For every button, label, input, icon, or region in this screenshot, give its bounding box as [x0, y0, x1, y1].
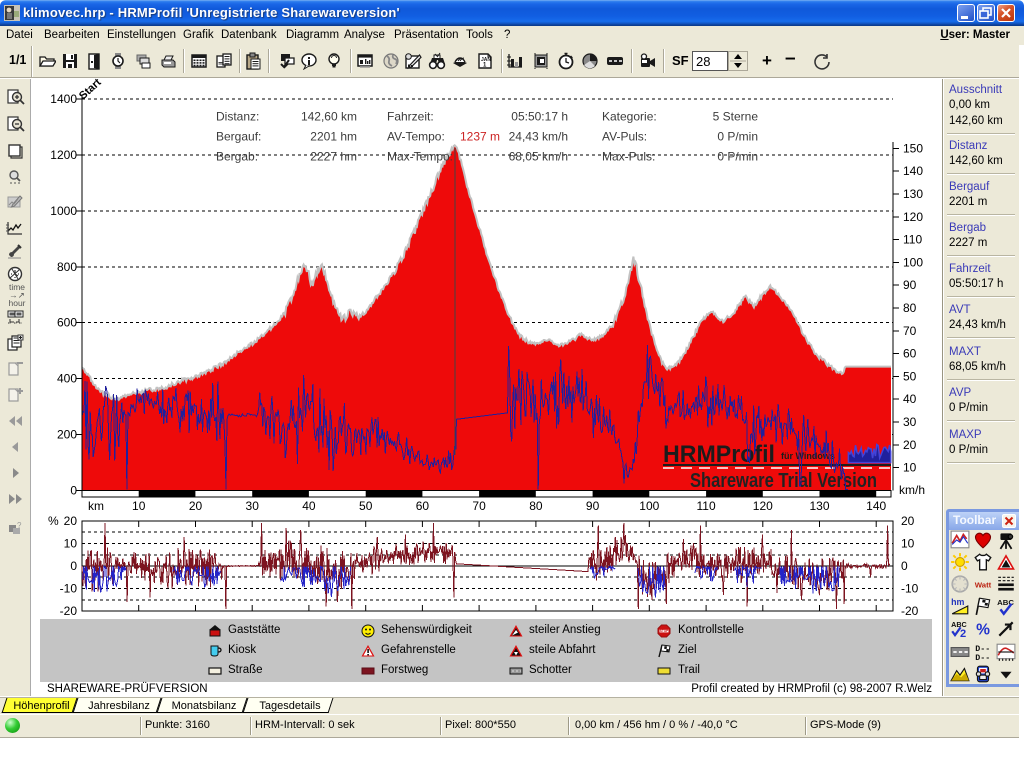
- svg-text:0 P/min: 0 P/min: [717, 130, 758, 144]
- svg-text:1237 m: 1237 m: [460, 130, 500, 144]
- svg-text:120: 120: [903, 210, 923, 224]
- svg-text:AV-Tempo:: AV-Tempo:: [387, 130, 445, 144]
- svg-text:60: 60: [416, 499, 430, 513]
- svg-text:1400: 1400: [50, 92, 77, 106]
- svg-text:-20: -20: [901, 604, 919, 618]
- svg-text:-10: -10: [901, 582, 919, 596]
- svg-text:Shareware Trial Version: Shareware Trial Version: [690, 470, 877, 492]
- svg-text:100: 100: [903, 255, 923, 269]
- svg-text:2: 2: [960, 628, 966, 639]
- svg-text:Watt: Watt: [975, 580, 992, 589]
- svg-text:5 Sterne: 5 Sterne: [713, 110, 759, 124]
- svg-text:10: 10: [64, 537, 78, 551]
- svg-text:130: 130: [809, 499, 829, 513]
- svg-text:50: 50: [359, 499, 373, 513]
- svg-text:40: 40: [302, 499, 316, 513]
- svg-text:90: 90: [903, 278, 917, 292]
- svg-text:AV-Puls:: AV-Puls:: [602, 130, 647, 144]
- svg-text:800: 800: [57, 260, 77, 274]
- svg-text:1000: 1000: [50, 204, 77, 218]
- svg-text:30: 30: [246, 499, 260, 513]
- svg-text:80: 80: [529, 499, 543, 513]
- svg-text:ABC: ABC: [997, 598, 1014, 607]
- svg-text:70: 70: [903, 324, 917, 338]
- svg-text:120: 120: [753, 499, 773, 513]
- svg-text:140: 140: [866, 499, 886, 513]
- svg-text:20: 20: [901, 514, 915, 528]
- svg-text:Max-Puls:: Max-Puls:: [602, 150, 655, 164]
- svg-text:142,60 km: 142,60 km: [301, 110, 357, 124]
- svg-text:20: 20: [64, 514, 78, 528]
- svg-text:HRMProfil: HRMProfil: [663, 441, 775, 468]
- svg-text:D--: D--: [975, 653, 990, 662]
- svg-text:Distanz:: Distanz:: [216, 110, 259, 124]
- svg-text:0: 0: [70, 559, 77, 573]
- svg-text:600: 600: [57, 316, 77, 330]
- svg-text:200: 200: [57, 428, 77, 442]
- svg-text:70: 70: [472, 499, 486, 513]
- svg-text:20: 20: [189, 499, 203, 513]
- svg-text:30: 30: [903, 415, 917, 429]
- svg-text:Kategorie:: Kategorie:: [602, 110, 657, 124]
- svg-text:2227 hm: 2227 hm: [310, 150, 357, 164]
- svg-text:05:50:17 h: 05:50:17 h: [511, 110, 568, 124]
- svg-text:?: ?: [17, 521, 22, 530]
- svg-text:68,05 km/h: 68,05 km/h: [509, 150, 568, 164]
- svg-text:STOP: STOP: [660, 629, 669, 633]
- svg-text:10: 10: [903, 461, 917, 475]
- svg-text:24,43 km/h: 24,43 km/h: [509, 130, 568, 144]
- svg-text:60: 60: [903, 347, 917, 361]
- svg-text:10: 10: [901, 537, 915, 551]
- svg-text:hm: hm: [951, 597, 964, 607]
- svg-text:Bergauf:: Bergauf:: [216, 130, 261, 144]
- svg-text:150: 150: [903, 141, 923, 155]
- svg-text:Max-Tempo:: Max-Tempo:: [387, 150, 453, 164]
- svg-text:km/h: km/h: [899, 483, 925, 497]
- svg-text:90: 90: [586, 499, 600, 513]
- svg-text:10: 10: [132, 499, 146, 513]
- svg-text:0: 0: [901, 559, 908, 573]
- svg-text:-20: -20: [60, 604, 78, 618]
- svg-text:2201 hm: 2201 hm: [310, 130, 357, 144]
- svg-text:110: 110: [697, 499, 716, 513]
- svg-text:20: 20: [903, 438, 917, 452]
- svg-text:0 P/min: 0 P/min: [717, 150, 758, 164]
- svg-text:0: 0: [70, 483, 77, 497]
- svg-text:km: km: [88, 499, 104, 513]
- svg-text:%: %: [48, 514, 59, 528]
- svg-text:110: 110: [903, 233, 922, 247]
- svg-text:1200: 1200: [50, 148, 77, 162]
- svg-text:-10: -10: [60, 582, 78, 596]
- svg-text:130: 130: [903, 187, 923, 201]
- svg-text:40: 40: [903, 392, 917, 406]
- svg-text:100: 100: [639, 499, 659, 513]
- svg-text:%: %: [976, 622, 990, 639]
- svg-text:80: 80: [903, 301, 917, 315]
- svg-text:400: 400: [57, 372, 77, 386]
- svg-text:Bergab:: Bergab:: [216, 150, 258, 164]
- svg-text:50: 50: [903, 369, 917, 383]
- svg-text:Fahrzeit:: Fahrzeit:: [387, 110, 434, 124]
- svg-text:140: 140: [903, 164, 923, 178]
